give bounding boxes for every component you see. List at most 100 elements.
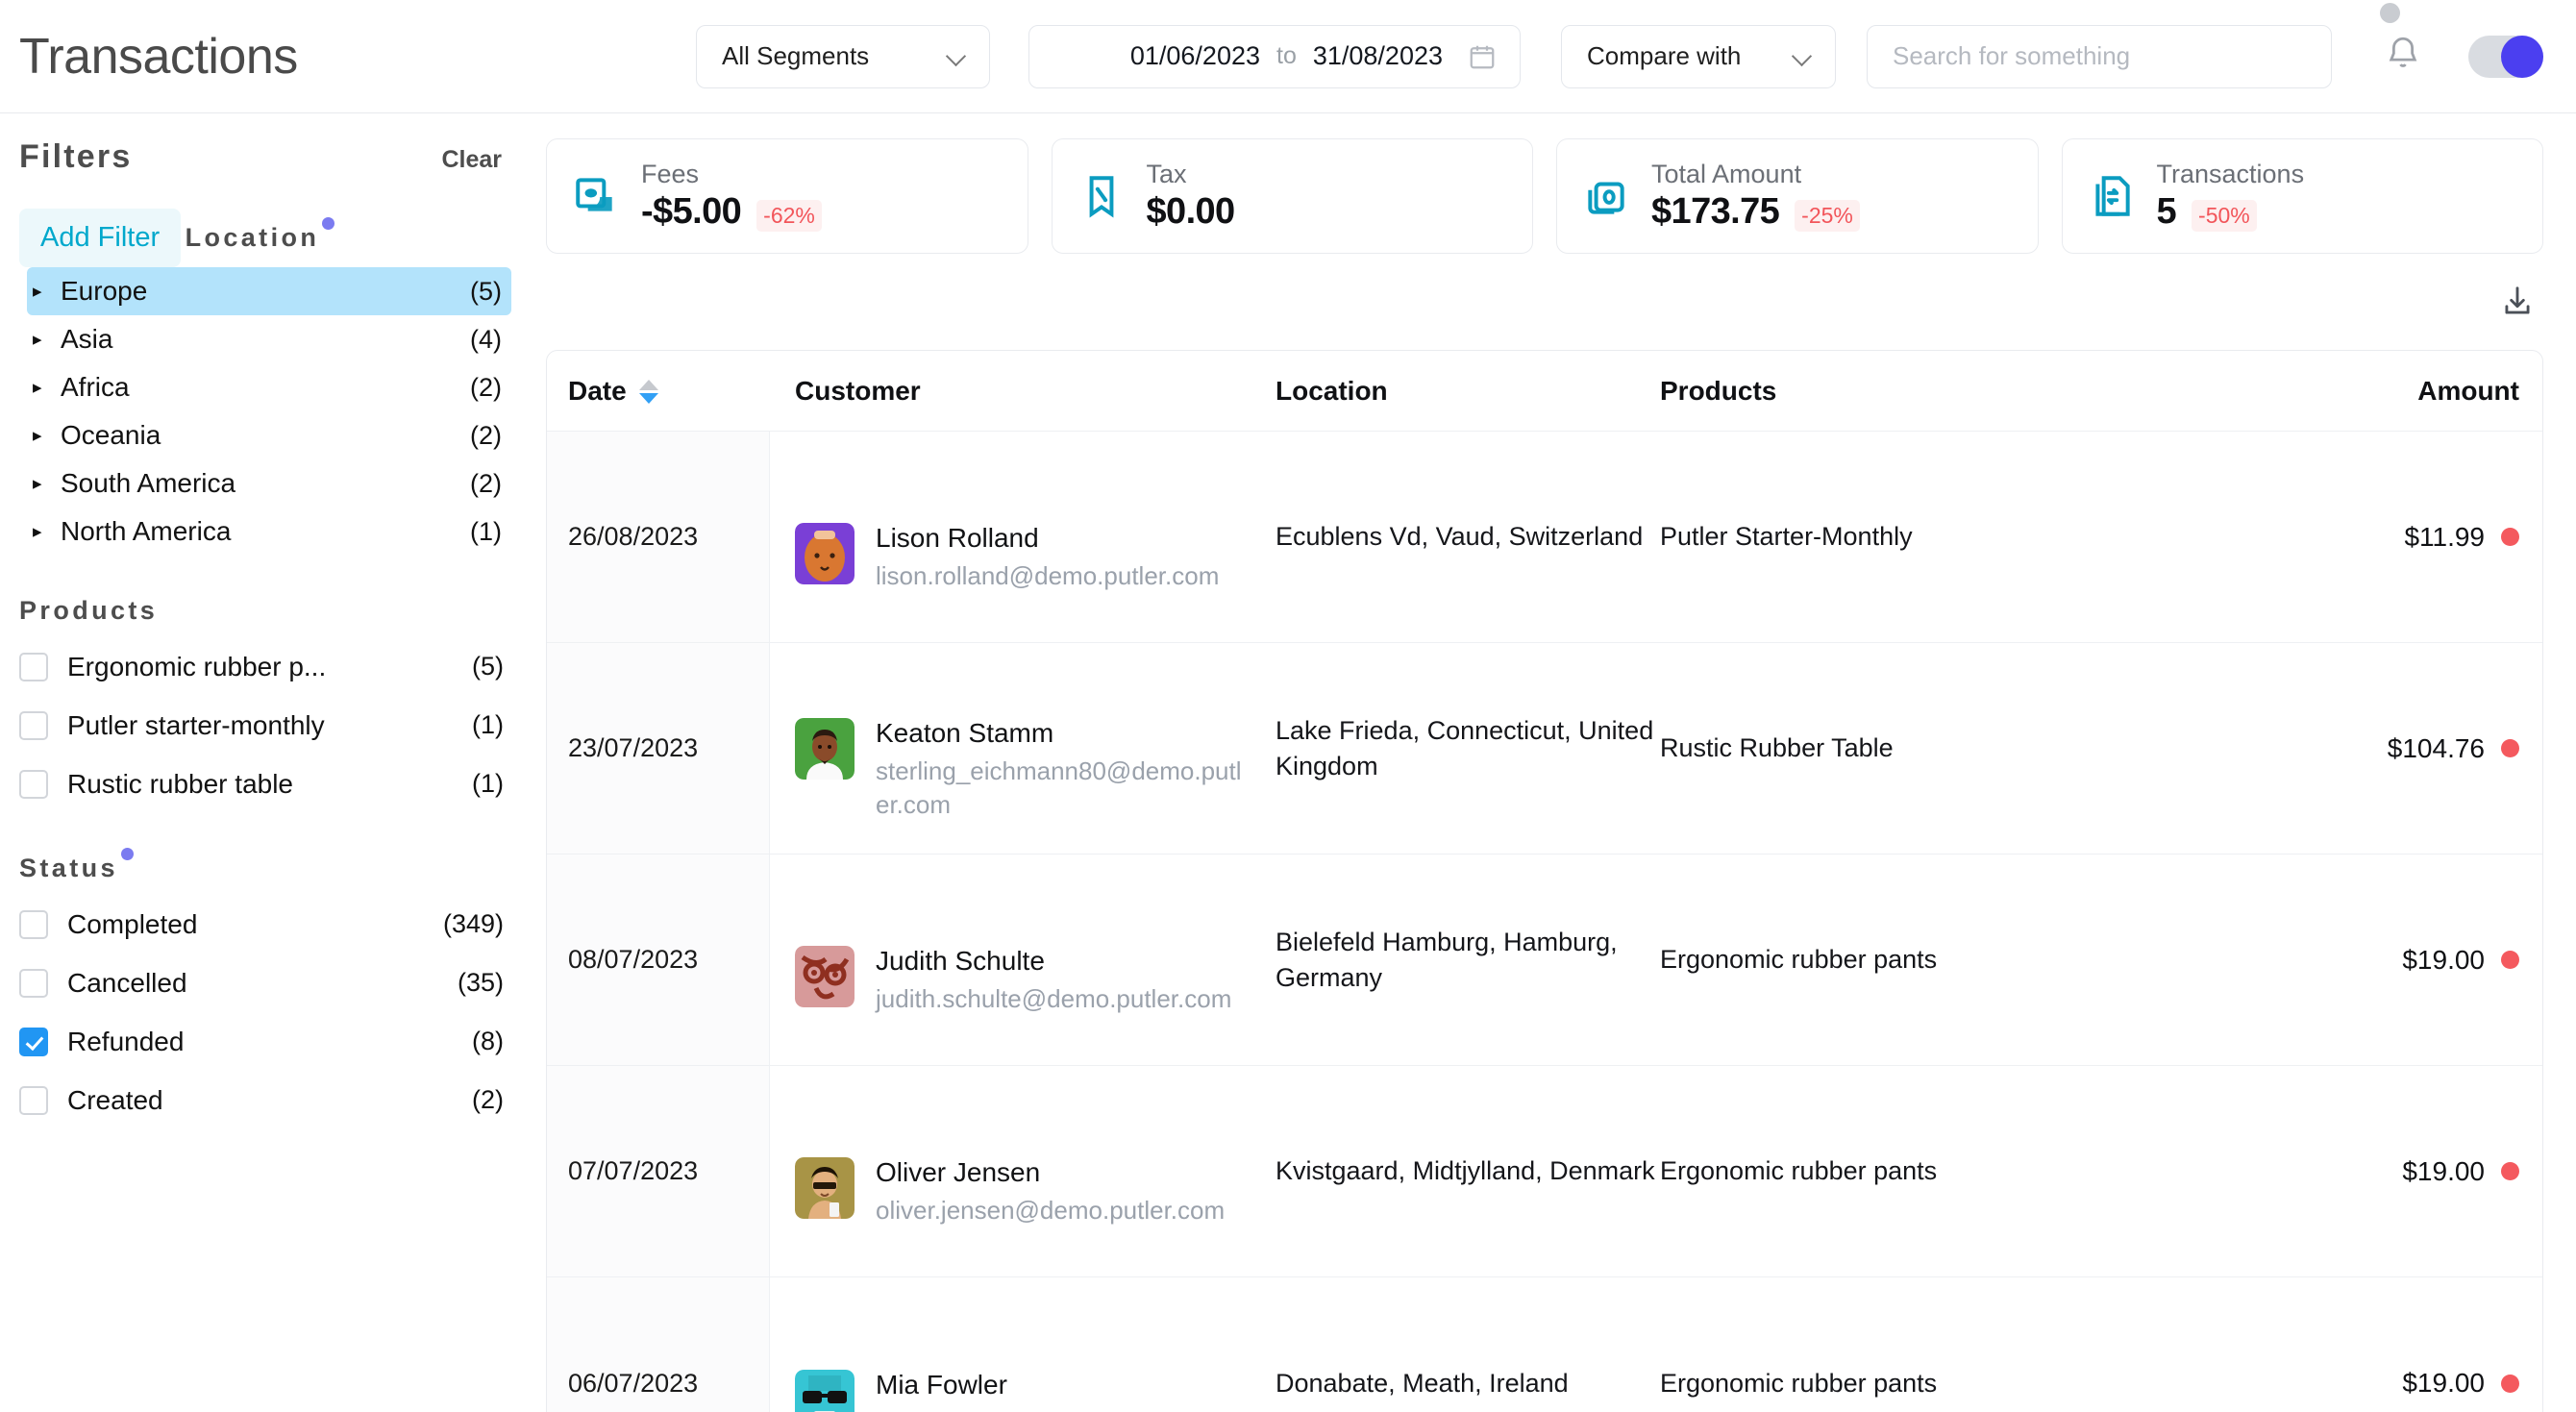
expand-caret-icon[interactable]: ▸ [27,379,50,397]
expand-caret-icon[interactable]: ▸ [27,427,50,445]
filter-count: (8) [472,1027,504,1055]
kpi-delta: -25% [1795,200,1860,232]
checkbox-checked-icon[interactable] [19,1027,48,1056]
filter-status-refunded[interactable]: Refunded (8) [19,1012,511,1071]
kpi-value: $0.00 [1146,191,1236,232]
segment-select[interactable]: All Segments [696,24,990,88]
date-from: 01/06/2023 [1129,41,1260,70]
kpi-card-transactions[interactable]: Transactions 5 -50% [2061,138,2543,254]
column-header-location[interactable]: Location [1272,351,1656,431]
search-input[interactable]: Search for something [1867,24,2332,88]
kpi-delta: -50% [2192,200,2257,232]
customer-email: oliver.jensen@demo.putler.com [876,1196,1226,1226]
amount-value: $19.00 [2402,944,2485,975]
theme-toggle[interactable] [2468,35,2543,78]
expand-caret-icon[interactable]: ▸ [27,475,50,493]
cell-customer: Keaton Stamm sterling_eichmann80@demo.pu… [770,643,1272,854]
filter-count: (1) [470,516,502,546]
filter-status-completed[interactable]: Completed (349) [19,895,511,954]
checkbox-icon[interactable] [19,710,48,740]
filter-status-created[interactable]: Created (2) [19,1071,511,1129]
compare-with-select[interactable]: Compare with [1561,24,1836,88]
filter-group-title-location: Location [186,217,335,253]
cell-amount: $11.99 [2264,432,2542,642]
filter-label: Oceania [61,420,161,450]
filters-title: Filters [19,138,133,175]
filter-group-status: Completed (349) Cancelled (35) Refunded … [19,895,511,1129]
banknote-icon [572,172,620,220]
wallet-icon [1582,172,1630,220]
cell-date: 06/07/2023 [547,1277,770,1412]
calendar-icon [1468,42,1497,71]
kpi-card-tax[interactable]: Tax $0.00 [1051,138,1533,254]
cell-date: 07/07/2023 [547,1066,770,1276]
customer-name: Judith Schulte [876,946,1045,977]
table-row[interactable]: 08/07/2023 Judith Schulte judith.schulte… [547,855,2542,1066]
cell-customer: Oliver Jensen oliver.jensen@demo.putler.… [770,1066,1272,1276]
cell-amount: $19.00 [2264,1277,2542,1412]
filter-count: (5) [472,652,504,681]
table-row[interactable]: 23/07/2023 Keaton Stamm sterling_eichman… [547,643,2542,855]
clear-filters-button[interactable]: Clear [441,146,502,174]
download-icon[interactable] [2499,284,2536,320]
kpi-value: 5 [2156,191,2177,232]
toggle-knob [2501,35,2543,78]
cell-location: Bielefeld Hamburg, Hamburg, Germany [1276,928,1618,992]
kpi-card-fees[interactable]: Fees -$5.00 -62% [546,138,1028,254]
checkbox-icon[interactable] [19,769,48,799]
filter-group-title-status: Status [19,848,134,883]
expand-caret-icon[interactable]: ▸ [27,523,50,541]
filter-count: (2) [470,420,502,450]
checkbox-icon[interactable] [19,652,48,681]
expand-caret-icon[interactable]: ▸ [27,331,50,349]
filter-count: (2) [470,468,502,498]
kpi-label: Transactions [2156,160,2305,188]
add-filter-button[interactable]: Add Filter [19,209,182,267]
kpi-label: Total Amount [1651,160,1802,188]
cell-customer: Judith Schulte judith.schulte@demo.putle… [770,855,1272,1065]
filter-product-ergonomic-rubber-pants[interactable]: Ergonomic rubber p... (5) [19,637,511,696]
filter-location-africa[interactable]: ▸ Africa (2) [27,363,511,411]
filter-location-asia[interactable]: ▸ Asia (4) [27,315,511,363]
transactions-page: Transactions All Segments 01/06/2023 to … [0,0,2576,1412]
cell-customer: Mia Fowler mia.fowler@demo.putler.com [770,1277,1272,1412]
column-header-date[interactable]: Date [547,351,770,431]
cell-location: Ecublens Vd, Vaud, Switzerland [1276,522,1644,552]
page-body: Filters Clear Add Filter Location ▸ Euro… [0,113,2576,1412]
filter-product-rustic-rubber-table[interactable]: Rustic rubber table (1) [19,755,511,813]
filter-label: Europe [61,276,148,306]
expand-caret-icon[interactable]: ▸ [27,283,50,301]
checkbox-icon[interactable] [19,1085,48,1115]
filter-location-oceania[interactable]: ▸ Oceania (2) [27,411,511,459]
cell-products: Ergonomic rubber pants [1660,1368,1938,1398]
sort-icon[interactable] [638,377,658,406]
column-header-amount[interactable]: Amount [2264,351,2542,431]
filter-status-cancelled[interactable]: Cancelled (35) [19,954,511,1012]
filter-count: (2) [472,1085,504,1114]
chevron-down-icon [947,46,968,67]
amount-value: $19.00 [2402,1368,2485,1398]
table-row[interactable]: 06/07/2023 Mia Fowler Donabate, Meath, I… [547,1277,2542,1412]
column-header-customer[interactable]: Customer [770,351,1272,431]
filter-label: Putler starter-monthly [67,709,325,740]
compare-with-label: Compare with [1587,41,1742,70]
cell-amount: $19.00 [2264,855,2542,1065]
date-range-picker[interactable]: 01/06/2023 to 31/08/2023 [1028,24,1521,88]
table-row[interactable]: 07/07/2023 Oliver Jensen oliver.jensen@d… [547,1066,2542,1277]
filter-location-north-america[interactable]: ▸ North America (1) [27,508,511,556]
cell-date: 26/08/2023 [547,432,770,642]
status-badge [2501,1374,2519,1393]
filter-location-europe[interactable]: ▸ Europe (5) [27,267,511,315]
checkbox-icon[interactable] [19,968,48,998]
filter-group-products: Ergonomic rubber p... (5) Putler starter… [19,637,511,813]
filter-product-putler-starter-monthly[interactable]: Putler starter-monthly (1) [19,696,511,755]
avatar [795,717,855,780]
filter-location-south-america[interactable]: ▸ South America (2) [27,459,511,508]
kpi-card-total-amount[interactable]: Total Amount $173.75 -25% [1556,138,2039,254]
kpi-row: Fees -$5.00 -62% Tax $0.00 Total Amount … [546,138,2543,254]
table-row[interactable]: 26/08/2023 Lison Rolland lison.rolland@d… [547,432,2542,643]
notifications-button[interactable] [2376,30,2430,84]
column-header-products[interactable]: Products [1656,351,2264,431]
filter-label: Ergonomic rubber p... [67,651,327,681]
checkbox-icon[interactable] [19,909,48,939]
